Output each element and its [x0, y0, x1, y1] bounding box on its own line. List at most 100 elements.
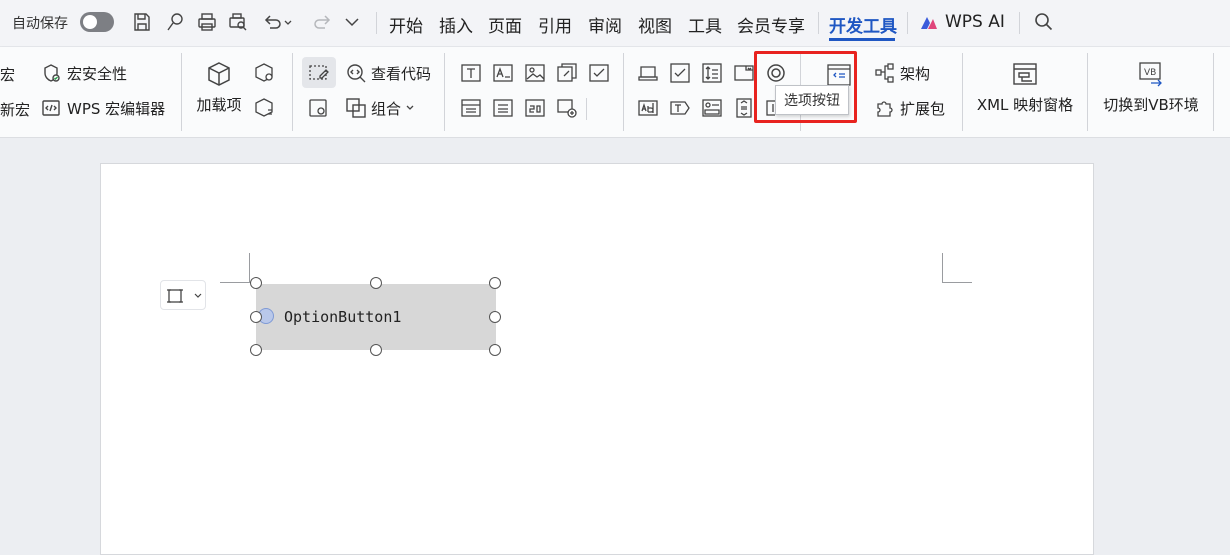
divider: [1087, 53, 1088, 131]
search-icon[interactable]: [1033, 11, 1055, 33]
tab-insert[interactable]: 插入: [439, 12, 473, 37]
resize-handle-top[interactable]: [370, 277, 382, 289]
scrollbar-control-icon[interactable]: [733, 97, 755, 119]
command-button-control-icon[interactable]: [637, 62, 659, 84]
tab-tools[interactable]: 工具: [688, 12, 722, 37]
spin-button-control-icon[interactable]: [701, 62, 723, 84]
extension-pack-button[interactable]: 扩展包: [874, 97, 945, 119]
date-picker-control-icon[interactable]: [524, 97, 546, 119]
code-editor-icon: [42, 100, 60, 116]
vb-switch-icon: VB: [1139, 62, 1162, 87]
divider: [376, 12, 377, 34]
resize-handle-right[interactable]: [489, 311, 501, 323]
tab-review[interactable]: 审阅: [588, 12, 622, 37]
active-tab-indicator: [829, 38, 895, 41]
autosave-toggle[interactable]: [80, 12, 114, 32]
tab-view[interactable]: 视图: [638, 12, 672, 37]
tab-wps-ai[interactable]: WPS AI: [945, 12, 1005, 32]
control-properties-icon[interactable]: [308, 97, 330, 119]
divider: [292, 53, 293, 131]
architecture-label: 架构: [900, 64, 931, 83]
format-painter-icon[interactable]: [164, 11, 186, 33]
combobox-control-icon[interactable]: [701, 97, 723, 119]
macro-security-label: 宏安全性: [67, 64, 128, 83]
save-icon[interactable]: [131, 11, 153, 33]
plain-text-control-icon[interactable]: [460, 62, 482, 84]
option-button-label: OptionButton1: [284, 308, 402, 326]
tab-page[interactable]: 页面: [488, 12, 522, 37]
switch-vb-env-button[interactable]: VB 切换到VB环境: [1102, 60, 1200, 115]
design-mode-icon[interactable]: [308, 62, 330, 84]
resize-handle-left[interactable]: [250, 311, 262, 323]
new-macro-button[interactable]: 新宏: [0, 99, 30, 120]
divider: [818, 12, 819, 34]
group-button[interactable]: 组合: [345, 97, 416, 119]
divider: [623, 53, 624, 131]
wps-macro-editor-button[interactable]: WPS 宏编辑器: [41, 97, 165, 119]
group-label: 组合: [371, 99, 402, 118]
building-block-control-icon[interactable]: [556, 62, 578, 84]
tooltip: 选项按钮: [775, 85, 849, 115]
margin-corner-left: [220, 253, 250, 283]
architecture-button[interactable]: 架构: [874, 62, 930, 84]
picture-control-icon[interactable]: [524, 62, 546, 84]
more-chevron-icon[interactable]: [341, 11, 363, 33]
divider: [181, 53, 182, 131]
tab-home[interactable]: 开始: [389, 12, 423, 37]
view-code-label: 查看代码: [371, 64, 432, 83]
js-addins-icon[interactable]: [254, 97, 276, 119]
print-icon[interactable]: [196, 11, 218, 33]
view-code-icon: [347, 64, 366, 83]
divider: [444, 53, 445, 131]
xml-mapping-pane-label: XML 映射窗格: [976, 96, 1074, 114]
shield-icon: [44, 64, 60, 82]
rich-text-control-icon[interactable]: [492, 62, 514, 84]
extension-pack-label: 扩展包: [900, 99, 946, 118]
macro-button[interactable]: 宏: [0, 64, 15, 85]
checkbox-control-icon[interactable]: [669, 62, 691, 84]
tab-developer[interactable]: 开发工具: [829, 12, 897, 37]
resize-handle-bottom-right[interactable]: [489, 344, 501, 356]
document-page[interactable]: [100, 163, 1094, 555]
addins-button[interactable]: 加载项: [195, 60, 243, 115]
label-control-icon[interactable]: [669, 97, 691, 119]
textbox-control-icon[interactable]: [637, 97, 659, 119]
macro-security-button[interactable]: 宏安全性: [41, 62, 127, 84]
undo-dropdown-icon[interactable]: [282, 11, 294, 33]
tab-member[interactable]: 会员专享: [737, 12, 805, 37]
svg-text:VB: VB: [1144, 68, 1156, 78]
com-addins-icon[interactable]: [254, 62, 276, 84]
listbox-control-icon[interactable]: [733, 62, 755, 84]
title-bar: 自动保存 开始 插入 页面 引用 审阅 视图 工具 会员专享 开发工具 WPS …: [0, 0, 1230, 47]
autosave-label: 自动保存: [12, 16, 68, 32]
layout-options-button[interactable]: [160, 280, 206, 310]
repeating-section-control-icon[interactable]: [556, 97, 578, 119]
undo-icon[interactable]: [262, 11, 284, 33]
xml-mapping-pane-button[interactable]: XML 映射窗格: [975, 60, 1075, 115]
view-code-button[interactable]: 查看代码: [345, 62, 431, 84]
combo-box-control-icon[interactable]: [460, 97, 482, 119]
group-icon: [346, 98, 366, 118]
addins-label: 加载项: [196, 96, 242, 114]
divider: [586, 98, 587, 120]
wps-ai-logo-icon: [918, 12, 940, 34]
dropdown-list-control-icon[interactable]: [492, 97, 514, 119]
architecture-icon: [875, 63, 894, 83]
divider: [962, 53, 963, 131]
resize-handle-top-left[interactable]: [250, 277, 262, 289]
wps-macro-editor-label: WPS 宏编辑器: [67, 99, 166, 118]
print-preview-icon[interactable]: [227, 11, 249, 33]
checkbox-content-control-icon[interactable]: [588, 62, 610, 84]
cube-icon: [208, 62, 230, 86]
resize-handle-bottom-left[interactable]: [250, 344, 262, 356]
divider: [907, 12, 908, 34]
new-macro-label: 新宏: [0, 101, 31, 119]
redo-icon[interactable]: [311, 11, 333, 33]
resize-handle-top-right[interactable]: [489, 277, 501, 289]
chevron-down-icon: [194, 293, 202, 298]
resize-handle-bottom[interactable]: [370, 344, 382, 356]
puzzle-icon: [877, 101, 893, 117]
tab-references[interactable]: 引用: [538, 12, 572, 37]
divider: [1213, 53, 1214, 131]
chevron-down-icon: [406, 105, 414, 110]
